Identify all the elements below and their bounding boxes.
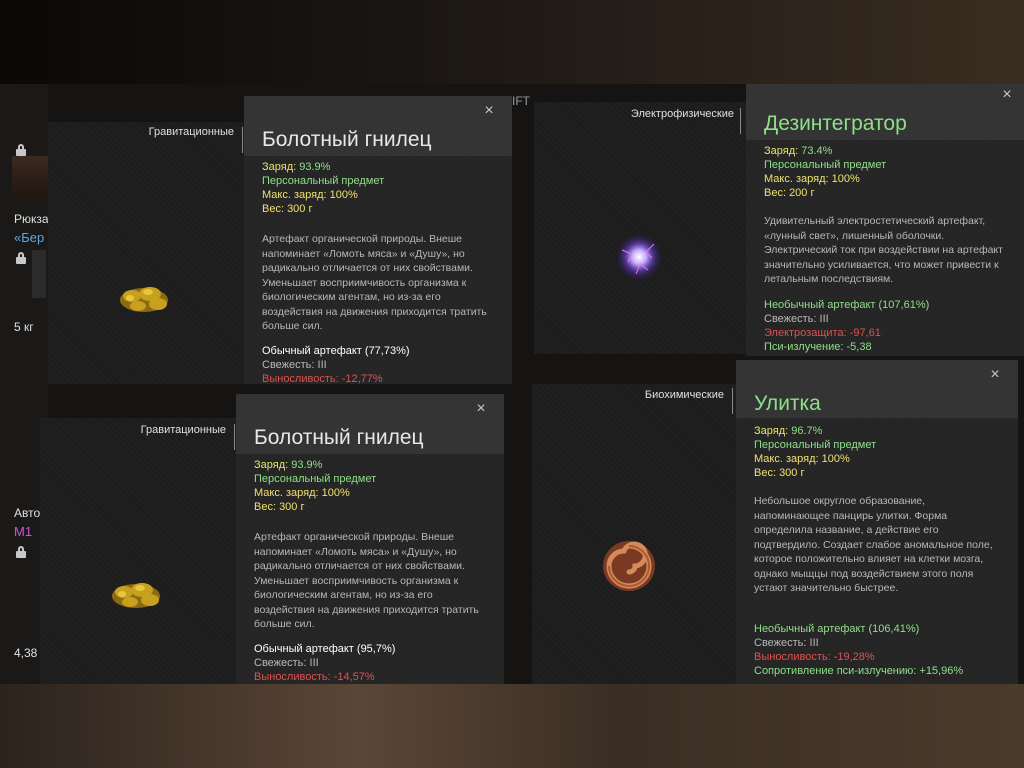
- divider: [234, 424, 235, 450]
- stat-endurance: Выносливость: -19,28%: [754, 651, 875, 663]
- item-properties: Необычный артефакт (107,61%) Свежесть: I…: [764, 298, 929, 354]
- item-title: Болотный гнилец: [262, 128, 432, 151]
- category-label: Гравитационные: [140, 424, 226, 436]
- personal-item: Персональный предмет: [254, 473, 377, 485]
- stat-psi-radiation: Пси-излучение: -5,38: [764, 341, 872, 353]
- charge-value: 73.4%: [801, 145, 833, 157]
- weapon-name[interactable]: М1: [14, 524, 32, 539]
- lock-icon: [16, 252, 26, 264]
- personal-item: Персональный предмет: [754, 439, 877, 451]
- item-description: Удивительный электростетический артефакт…: [764, 215, 1003, 285]
- weight: Вес: 300 г: [254, 501, 305, 513]
- max-charge: Макс. заряд: 100%: [254, 487, 350, 499]
- stat-electro-protection: Электрозащита: -97,61: [764, 327, 881, 339]
- personal-item: Персональный предмет: [262, 175, 385, 187]
- divider: [242, 127, 243, 153]
- item-stats: Заряд: 93.9% Персональный предмет Макс. …: [262, 160, 384, 216]
- divider: [732, 388, 733, 414]
- background-top: [0, 0, 1024, 84]
- tooltip: × Улитка Заряд: 96.7% Персональный предм…: [736, 360, 1018, 684]
- close-icon[interactable]: ×: [482, 103, 496, 119]
- lock-icon: [16, 546, 26, 558]
- charge-value: 93.9%: [299, 161, 331, 173]
- close-icon[interactable]: ×: [474, 401, 488, 417]
- item-title: Болотный гнилец: [254, 426, 424, 449]
- artifact-preview[interactable]: [532, 384, 738, 684]
- item-properties: Обычный артефакт (95,7%) Свежесть: III В…: [254, 642, 395, 684]
- tooltip: × Болотный гнилец Заряд: 93.9% Персональ…: [236, 394, 504, 684]
- item-stats: Заряд: 93.9% Персональный предмет Макс. …: [254, 458, 376, 514]
- weight: Вес: 200 г: [764, 187, 815, 199]
- stat-endurance: Выносливость: -12,77%: [262, 373, 383, 385]
- personal-item: Персональный предмет: [764, 159, 887, 171]
- max-charge: Макс. заряд: 100%: [262, 189, 358, 201]
- freshness: Свежесть: III: [262, 359, 327, 371]
- rarity: Обычный артефакт (77,73%): [262, 345, 410, 357]
- freshness: Свежесть: III: [764, 313, 829, 325]
- backpack-slot: [32, 250, 46, 298]
- item-properties: Необычный артефакт (106,41%) Свежесть: I…: [754, 622, 963, 678]
- artifact-preview[interactable]: [40, 418, 240, 684]
- stat-endurance: Выносливость: -14,57%: [254, 671, 375, 683]
- rarity: Необычный артефакт (106,41%): [754, 623, 920, 635]
- tooltip: × Болотный гнилец Заряд: 93.9% Персональ…: [244, 96, 512, 386]
- max-charge: Макс. заряд: 100%: [764, 173, 860, 185]
- backpack-name[interactable]: «Бер: [14, 230, 44, 245]
- charge-label: Заряд:: [764, 145, 799, 157]
- item-title: Дезинтегратор: [764, 112, 907, 135]
- charge-label: Заряд:: [262, 161, 297, 173]
- freshness: Свежесть: III: [754, 637, 819, 649]
- swamp-rot-artifact-icon: [112, 583, 160, 608]
- category-label: Электрофизические: [630, 108, 734, 120]
- snail-artifact-icon: [603, 541, 655, 591]
- charge-value: 93.9%: [291, 459, 323, 471]
- backpack-icon[interactable]: [12, 156, 48, 198]
- item-stats: Заряд: 96.7% Персональный предмет Макс. …: [754, 424, 876, 480]
- swamp-rot-artifact-icon: [120, 287, 168, 312]
- charge-label: Заряд:: [754, 425, 789, 437]
- category-label: Биохимические: [644, 389, 724, 401]
- item-stats: Заряд: 73.4% Персональный предмет Макс. …: [764, 144, 886, 200]
- item-description: Небольшое округлое образование, напомина…: [754, 495, 993, 594]
- stat-psi-resistance: Сопротивление пси-излучению: +15,96%: [754, 665, 964, 677]
- rarity: Необычный артефакт (107,61%): [764, 299, 930, 311]
- weight: Вес: 300 г: [754, 467, 805, 479]
- freshness: Свежесть: III: [254, 657, 319, 669]
- max-charge: Макс. заряд: 100%: [754, 453, 850, 465]
- tooltip: × Дезинтегратор Заряд: 73.4% Персональны…: [746, 84, 1024, 356]
- weapon-label: Авто: [14, 506, 41, 520]
- background-bottom: [0, 684, 1024, 768]
- item-description: Артефакт органической природы. Внеше нап…: [254, 531, 479, 630]
- charge-label: Заряд:: [254, 459, 289, 471]
- backpack-weight: 5 кг: [14, 320, 34, 334]
- item-title: Улитка: [754, 392, 821, 415]
- artifact-preview[interactable]: [534, 102, 746, 354]
- weapon-weight: 4,38: [14, 646, 38, 660]
- disintegrator-artifact-icon: [615, 233, 663, 281]
- charge-value: 96.7%: [791, 425, 823, 437]
- lock-icon: [16, 144, 26, 156]
- category-label: Гравитационные: [148, 126, 234, 138]
- divider: [740, 108, 741, 134]
- item-description: Артефакт органической природы. Внеше нап…: [262, 233, 487, 332]
- weight: Вес: 300 г: [262, 203, 313, 215]
- close-icon[interactable]: ×: [988, 367, 1002, 383]
- rarity: Обычный артефакт (95,7%): [254, 643, 396, 655]
- item-properties: Обычный артефакт (77,73%) Свежесть: III …: [262, 344, 410, 386]
- artifact-preview[interactable]: [48, 122, 248, 384]
- backpack-label: Рюкза: [14, 212, 49, 226]
- close-icon[interactable]: ×: [1000, 87, 1014, 103]
- background-text-fragment: IFT: [512, 94, 530, 108]
